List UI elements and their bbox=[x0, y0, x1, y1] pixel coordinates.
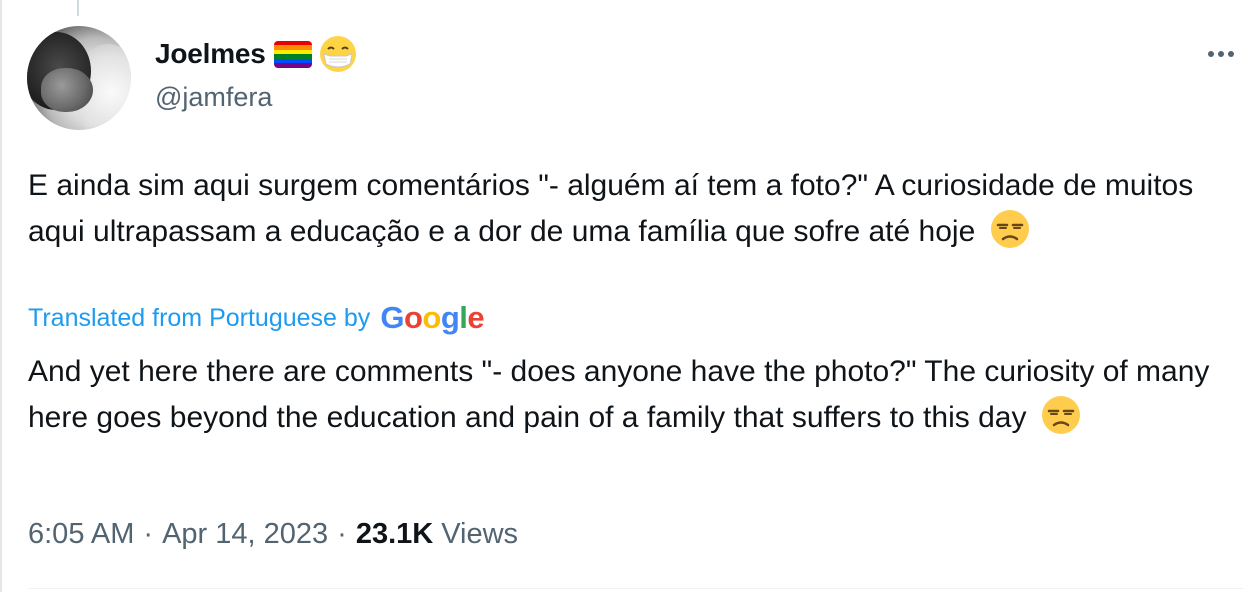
divider bbox=[28, 588, 1243, 589]
author-name-row[interactable]: Joelmes bbox=[155, 34, 358, 74]
tweet-translated-text: And yet here there are comments "- does … bbox=[28, 350, 1233, 439]
display-name[interactable]: Joelmes bbox=[155, 38, 266, 70]
translation-label[interactable]: Translated from Portuguese by bbox=[28, 304, 370, 333]
tweet-date[interactable]: Apr 14, 2023 bbox=[162, 518, 328, 551]
avatar[interactable] bbox=[27, 26, 131, 130]
avatar-face bbox=[41, 68, 93, 112]
meta-separator: · bbox=[337, 517, 347, 550]
unamused-face-icon bbox=[1041, 396, 1080, 434]
unamused-face-icon bbox=[990, 210, 1029, 248]
thread-connector-line bbox=[77, 0, 79, 16]
more-options-button[interactable] bbox=[1199, 34, 1243, 74]
column-border bbox=[0, 0, 2, 592]
meta-separator: · bbox=[143, 517, 154, 550]
google-logo-icon: Google bbox=[380, 300, 485, 335]
face-with-mask-icon bbox=[319, 36, 356, 72]
tweet-meta: 6:05 AM · Apr 14, 2023 · 23.1K Views bbox=[28, 512, 518, 556]
translated-text: And yet here there are comments "- does … bbox=[28, 355, 1210, 434]
views-count[interactable]: 23.1K bbox=[356, 518, 433, 551]
translation-attribution[interactable]: Translated from Portuguese by Google bbox=[28, 299, 485, 337]
more-horizontal-icon bbox=[1208, 51, 1214, 57]
user-handle[interactable]: @jamfera bbox=[155, 82, 272, 113]
views-label[interactable]: Views bbox=[441, 518, 518, 551]
rainbow-flag-icon bbox=[273, 40, 312, 68]
tweet-original-text: E ainda sim aqui surgem comentários "- a… bbox=[28, 164, 1233, 253]
tweet-time[interactable]: 6:05 AM bbox=[28, 518, 134, 551]
